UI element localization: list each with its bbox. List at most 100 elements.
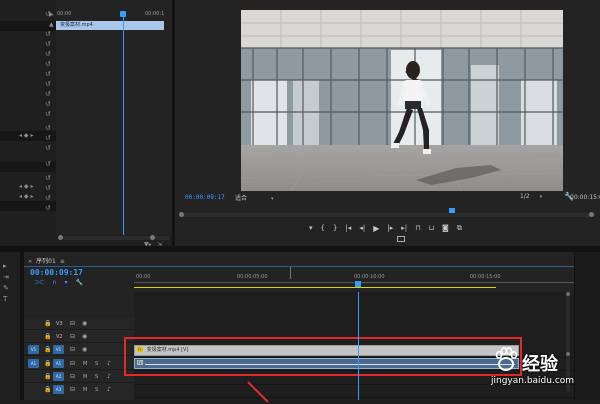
solo-button[interactable]: S	[95, 361, 98, 367]
track-row-v1: V1 🔒 V1 ⊟ ◉	[24, 344, 134, 356]
work-area-bar[interactable]	[134, 287, 496, 288]
reset-icon[interactable]: ↺	[45, 194, 51, 202]
lift-icon[interactable]: ⊓	[415, 224, 420, 232]
sync-icon[interactable]: ⊟	[70, 386, 75, 393]
resolution-dropdown[interactable]: 1/2 ▾	[520, 193, 550, 201]
time-ruler[interactable]: 00:00 00:00:05:00 00:00:10:00 00:00:15:0…	[134, 272, 574, 290]
step-back-icon[interactable]: ◂|	[359, 224, 365, 232]
mic-icon[interactable]: ♪	[107, 360, 111, 367]
lock-icon[interactable]: 🔒	[44, 386, 51, 393]
track-row-a3: 🔒 A3 ⊟ M S ♪	[24, 384, 134, 396]
pen-icon[interactable]: ✎	[3, 284, 17, 292]
lock-icon[interactable]: 🔒	[44, 360, 51, 367]
collapse-arrow-icon[interactable]: ▲	[49, 21, 54, 28]
ruler-label: 00:00	[136, 274, 151, 280]
sequence-timecode[interactable]: 00:00:09:17	[30, 268, 83, 277]
eye-icon[interactable]: ◉	[82, 320, 87, 327]
keyframe-nav-icon[interactable]: ◂ ◆ ▸	[19, 132, 33, 139]
program-timecode[interactable]: 00:00:09:17	[185, 194, 225, 201]
marker-add-icon[interactable]: ▾	[64, 279, 67, 286]
track-target-a2[interactable]: A2	[53, 372, 64, 381]
sync-icon[interactable]: ⊟	[70, 373, 75, 380]
marker-icon[interactable]: ▾	[309, 224, 313, 232]
mark-in-icon[interactable]: {	[321, 224, 325, 232]
reset-icon[interactable]: ↺	[45, 144, 51, 152]
eye-icon[interactable]: ◉	[82, 346, 87, 353]
mute-button[interactable]: M	[83, 387, 87, 393]
monitor-zoom-bar[interactable]	[179, 212, 595, 217]
linked-icon[interactable]: ∩	[52, 279, 56, 286]
eye-icon[interactable]: ◉	[82, 333, 87, 340]
lock-icon[interactable]: 🔒	[44, 346, 51, 353]
sync-icon[interactable]: ⊟	[70, 333, 75, 340]
track-select-icon[interactable]: ⇥	[3, 273, 17, 281]
track-row-v3: 🔒 V3 ⊟ ◉	[24, 318, 134, 330]
play-icon[interactable]: ▶	[373, 224, 379, 233]
menu-icon[interactable]: ≡	[60, 258, 65, 265]
reset-icon[interactable]: ↺	[45, 184, 51, 192]
track-target-v1[interactable]: V1	[53, 345, 64, 354]
mute-button[interactable]: M	[83, 374, 87, 380]
source-patch-v1[interactable]: V1	[28, 345, 39, 354]
mute-button[interactable]: M	[83, 361, 87, 367]
selection-tool-icon[interactable]: ▸	[3, 262, 17, 270]
effect-controls-timeline: ▶ ▲ 00:00 00:00:1 变极案材.mp4	[49, 0, 172, 235]
timeline-tools: ⊃⊂ ∩ ▾ 🔧	[34, 279, 83, 286]
annotation-arrow	[247, 381, 269, 403]
track-target-a1[interactable]: A1	[53, 359, 64, 368]
play-arrow-icon[interactable]: ▶	[49, 11, 54, 18]
solo-button[interactable]: S	[95, 387, 98, 393]
track-row-v2: 🔒 V2 ⊟ ◉	[24, 331, 134, 343]
track-target-a3[interactable]: A3	[53, 385, 64, 394]
lock-icon[interactable]: 🔒	[44, 333, 51, 340]
effect-clip-bar[interactable]: 变极案材.mp4	[56, 21, 164, 30]
program-duration: 00:00:15:00	[570, 194, 600, 201]
reset-icon[interactable]: ↺	[45, 30, 51, 38]
tab-sequence[interactable]: ✕ 序列01 ≡	[28, 256, 65, 265]
solo-button[interactable]: S	[95, 374, 98, 380]
reset-icon[interactable]: ↺	[45, 134, 51, 142]
reset-icon[interactable]: ↺	[45, 60, 51, 68]
keyframe-nav-icon[interactable]: ◂ ◆ ▸	[19, 183, 33, 190]
safe-margin-icon[interactable]	[397, 236, 405, 242]
zoom-scrollbar[interactable]	[58, 235, 170, 240]
compare-icon[interactable]: ⧉	[457, 224, 462, 233]
mic-icon[interactable]: ♪	[107, 373, 111, 380]
type-tool-icon[interactable]: T	[3, 295, 17, 303]
sync-icon[interactable]: ⊟	[70, 360, 75, 367]
track-label: V2	[56, 334, 63, 340]
reset-icon[interactable]: ↺	[45, 160, 51, 168]
go-to-in-icon[interactable]: |◂	[345, 224, 351, 232]
fit-dropdown[interactable]: 适合 ▾	[235, 193, 275, 202]
reset-icon[interactable]: ↺	[45, 40, 51, 48]
reset-icon[interactable]: ↺	[45, 90, 51, 98]
effect-clip-label: 变极案材.mp4	[60, 22, 93, 28]
wrench-icon[interactable]: 🔧	[75, 279, 82, 286]
reset-icon[interactable]: ↺	[45, 70, 51, 78]
lock-icon[interactable]: 🔒	[44, 373, 51, 380]
sync-icon[interactable]: ⊟	[70, 346, 75, 353]
extract-icon[interactable]: ⊔	[429, 224, 434, 232]
close-icon[interactable]: ✕	[28, 259, 32, 265]
go-to-out-icon[interactable]: ▸|	[401, 224, 407, 232]
reset-icon[interactable]: ↺	[45, 204, 51, 212]
sync-icon[interactable]: ⊟	[70, 320, 75, 327]
reset-icon[interactable]: ↺	[45, 110, 51, 118]
reset-icon[interactable]: ↺	[45, 124, 51, 132]
lock-icon[interactable]: 🔒	[44, 320, 51, 327]
step-forward-icon[interactable]: |▸	[387, 224, 393, 232]
reset-icon[interactable]: ↺	[45, 100, 51, 108]
timeline-playhead-line	[358, 292, 359, 400]
reset-icon[interactable]: ↺	[45, 80, 51, 88]
keyframe-nav-icon[interactable]: ◂ ◆ ▸	[19, 193, 33, 200]
tools-panel: ▸ ⇥ ✎ T	[0, 252, 20, 400]
source-patch-a1[interactable]: A1	[28, 359, 39, 368]
snap-icon[interactable]: ⊃⊂	[34, 279, 44, 286]
reset-icon[interactable]: ↺	[45, 174, 51, 182]
mark-out-icon[interactable]: }	[333, 224, 337, 232]
ruler-playhead[interactable]	[355, 281, 361, 287]
reset-icon[interactable]: ↺	[45, 50, 51, 58]
camera-icon[interactable]: ◙	[442, 224, 449, 232]
highlight-box	[124, 337, 522, 376]
mic-icon[interactable]: ♪	[107, 386, 111, 393]
